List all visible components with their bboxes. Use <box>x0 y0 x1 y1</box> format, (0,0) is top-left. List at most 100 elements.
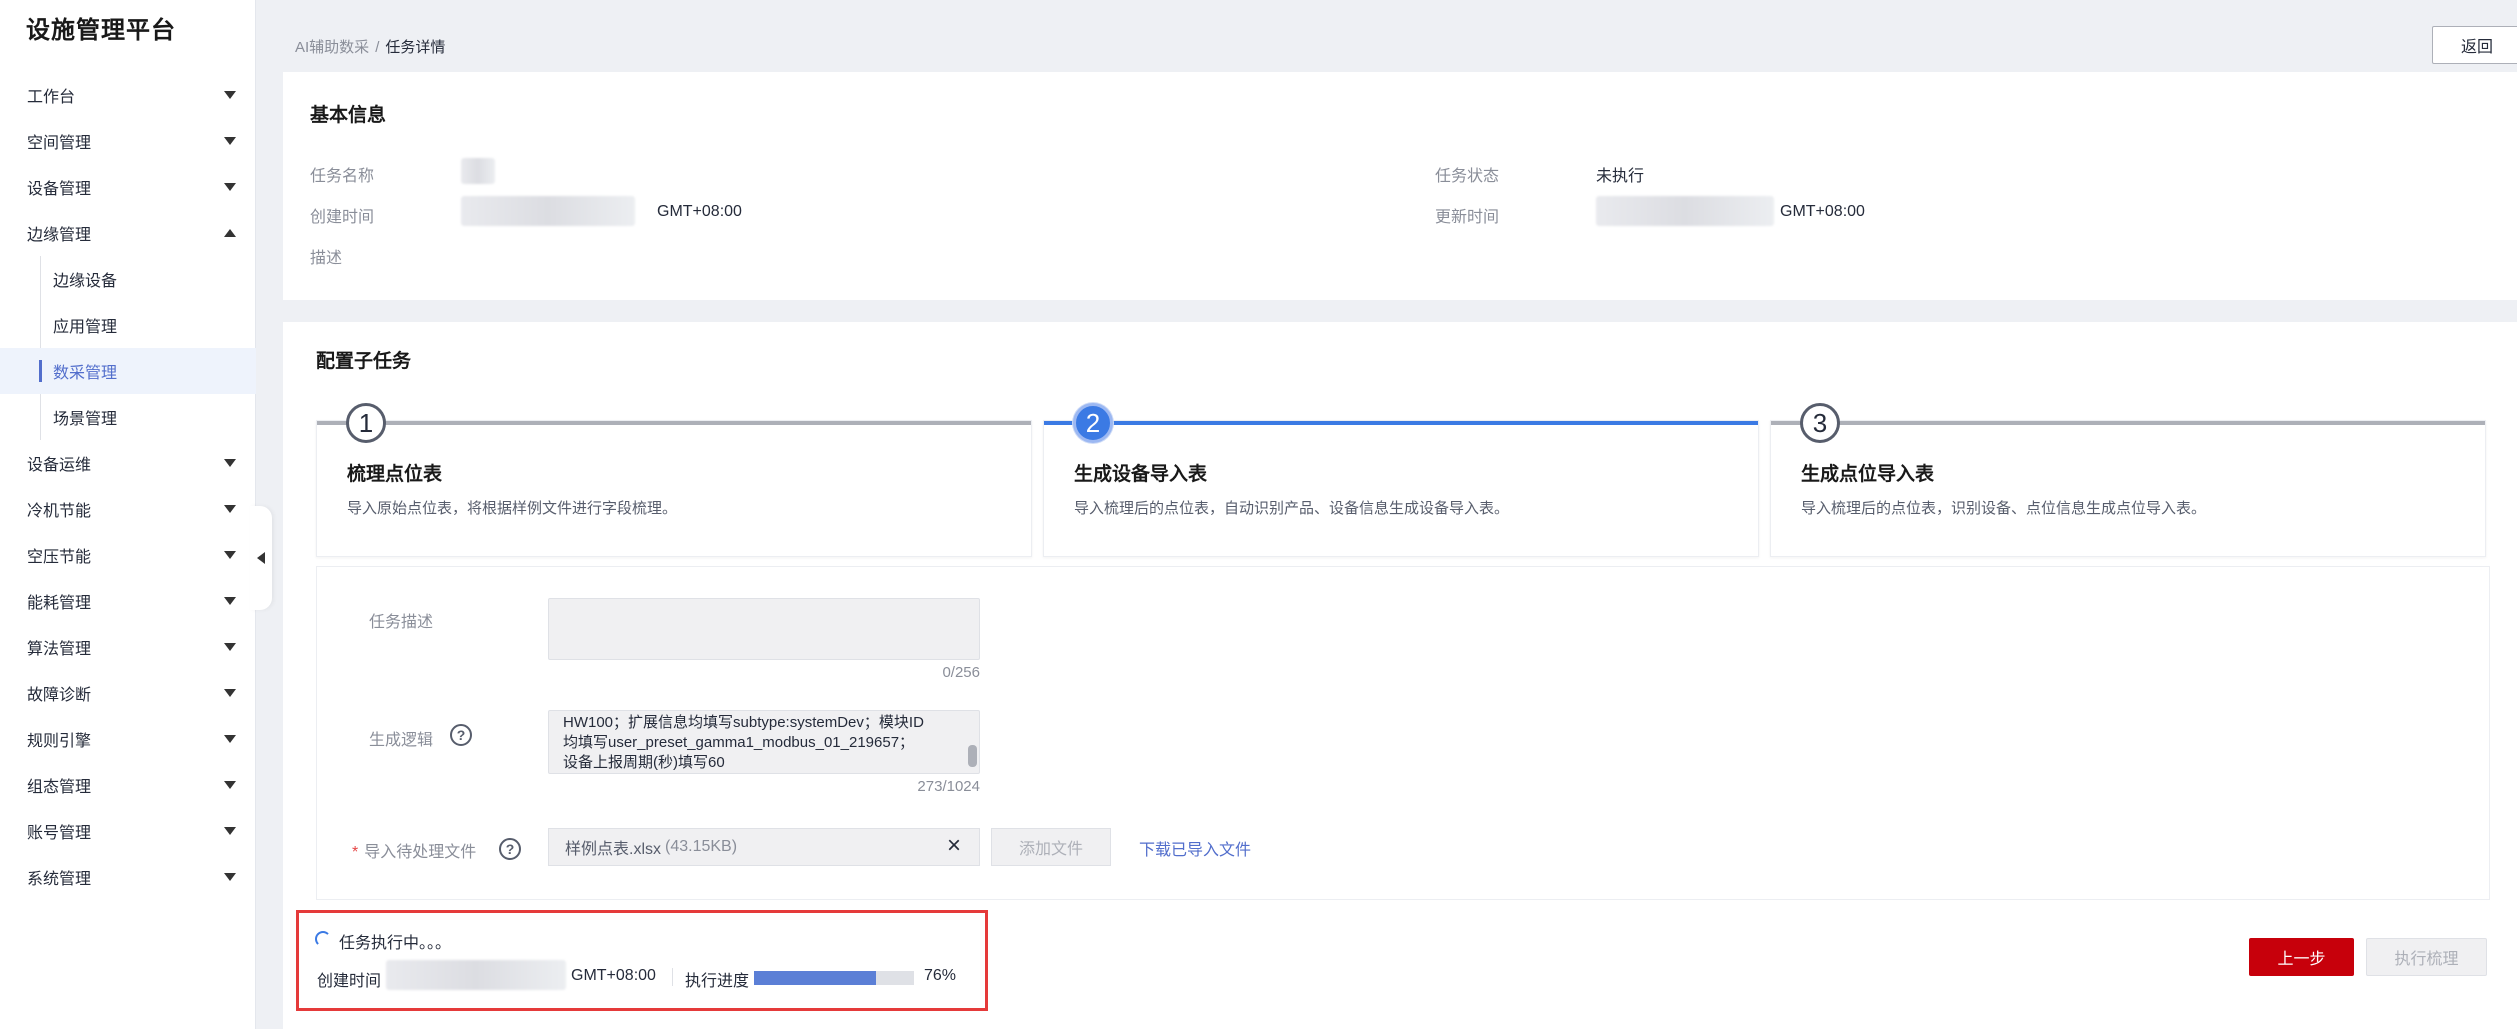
sidebar-group-item[interactable]: 组态管理 <box>0 762 256 808</box>
sidebar-group-item[interactable]: 能耗管理 <box>0 578 256 624</box>
caret-down-icon <box>224 873 236 881</box>
sidebar-nav: 工作台空间管理设备管理边缘管理边缘设备 应用管理 数采管理 场景管理设备运维冷机节能空… <box>0 72 256 900</box>
logic-counter: 273/1024 <box>917 778 980 795</box>
step-3-description: 导入梳理后的点位表，识别设备、点位信息生成点位导入表。 <box>1801 500 2207 517</box>
sidebar-item-label: 工作台 <box>27 89 76 106</box>
created-time-value-redacted <box>461 196 635 226</box>
breadcrumb-separator: / <box>375 39 380 56</box>
sidebar-group-item[interactable]: 故障诊断 <box>0 670 256 716</box>
sidebar-group-item[interactable]: 算法管理 <box>0 624 256 670</box>
task-name-value-redacted <box>461 158 495 184</box>
add-file-button[interactable]: 添加文件 <box>991 828 1111 866</box>
step-1-title: 梳理点位表 <box>347 464 443 485</box>
step-1-description: 导入原始点位表，将根据样例文件进行字段梳理。 <box>347 500 678 517</box>
updated-time-label: 更新时间 <box>1435 209 1500 226</box>
sidebar-item-label: 能耗管理 <box>27 595 92 612</box>
caret-down-icon <box>224 459 236 467</box>
step-3-title: 生成点位导入表 <box>1801 464 1935 485</box>
config-subtask-title: 配置子任务 <box>316 351 412 372</box>
step-1[interactable]: 1 梳理点位表 导入原始点位表，将根据样例文件进行字段梳理。 <box>316 403 1032 557</box>
basic-info-title: 基本信息 <box>310 105 387 126</box>
file-size: (43.15KB) <box>665 838 738 855</box>
sidebar-group-item[interactable]: 边缘管理 <box>0 210 256 256</box>
created-time-label: 创建时间 <box>310 209 375 226</box>
progress-bar <box>754 971 914 985</box>
step-3[interactable]: 3 生成点位导入表 导入梳理后的点位表，识别设备、点位信息生成点位导入表。 <box>1770 403 2486 557</box>
caret-down-icon <box>224 597 236 605</box>
logic-line: 设备上报周期(秒)填写60 <box>563 754 725 771</box>
sidebar-group-item[interactable]: 系统管理 <box>0 854 256 900</box>
file-chip: 样例点表.xlsx (43.15KB) <box>548 828 980 866</box>
execute-button[interactable]: 执行梳理 <box>2366 938 2487 976</box>
status-text: 任务执行中。。。 <box>339 935 452 952</box>
previous-step-button[interactable]: 上一步 <box>2249 938 2354 976</box>
logic-line: 均填写user_preset_gamma1_modbus_01_219657； <box>563 734 915 751</box>
sidebar-sub-item[interactable]: 场景管理 <box>0 394 256 440</box>
caret-down-icon <box>224 183 236 191</box>
caret-down-icon <box>224 91 236 99</box>
file-name: 样例点表.xlsx <box>565 841 662 858</box>
close-icon[interactable]: × <box>942 834 966 858</box>
sidebar-group-item[interactable]: 设备运维 <box>0 440 256 486</box>
status-created-value-redacted <box>386 960 566 990</box>
sidebar-collapse-toggle[interactable] <box>250 506 272 610</box>
sidebar-item-label: 边缘管理 <box>27 227 92 244</box>
logic-scrollbar[interactable] <box>968 745 977 767</box>
breadcrumb-current: 任务详情 <box>385 39 446 56</box>
sidebar-sub-item[interactable]: 数采管理 <box>0 348 256 394</box>
status-created-label: 创建时间 <box>317 973 382 990</box>
download-imported-link[interactable]: 下载已导入文件 <box>1139 836 1251 860</box>
sidebar-item-label: 规则引擎 <box>27 733 92 750</box>
sidebar-item-label: 设备管理 <box>27 181 92 198</box>
step-2-title: 生成设备导入表 <box>1074 464 1208 485</box>
sidebar-group-item[interactable]: 规则引擎 <box>0 716 256 762</box>
file-help-icon[interactable]: ? <box>499 838 521 860</box>
file-label-text: 导入待处理文件 <box>364 844 477 861</box>
step-2-bar <box>1044 421 1758 425</box>
sidebar-item-label: 系统管理 <box>27 871 92 888</box>
sidebar-sub-item[interactable]: 应用管理 <box>0 302 256 348</box>
logic-text: HW100；扩展信息均填写subtype:systemDev；模块ID 均填写u… <box>563 713 979 773</box>
sidebar-sub-item[interactable]: 边缘设备 <box>0 256 256 302</box>
task-status-panel: 任务执行中。。。 创建时间 GMT+08:00 执行进度 76% <box>296 910 988 1011</box>
step-3-number: 3 <box>1800 403 1840 443</box>
divider <box>672 968 673 986</box>
status-created-suffix: GMT+08:00 <box>571 967 656 984</box>
task-desc-textarea[interactable] <box>548 598 980 660</box>
step-2-number: 2 <box>1073 403 1113 443</box>
logic-line: HW100；扩展信息均填写subtype:systemDev；模块ID <box>563 714 924 731</box>
sidebar-group-item[interactable]: 空压节能 <box>0 532 256 578</box>
caret-down-icon <box>224 137 236 145</box>
sidebar-item-label: 空压节能 <box>27 549 92 566</box>
brand-title: 设施管理平台 <box>26 17 176 44</box>
breadcrumb-parent[interactable]: AI辅助数采 <box>295 39 369 56</box>
basic-info-card: 基本信息 任务名称 创建时间 GMT+08:00 描述 任务状态 未执行 更新时… <box>283 72 2517 300</box>
sidebar-item-label: 设备运维 <box>27 457 92 474</box>
sidebar: 设施管理平台 工作台空间管理设备管理边缘管理边缘设备 应用管理 数采管理 场景管理设备… <box>0 0 256 1029</box>
logic-help-icon[interactable]: ? <box>450 724 472 746</box>
required-mark: * <box>352 844 359 861</box>
sidebar-group-item[interactable]: 账号管理 <box>0 808 256 854</box>
sidebar-item-label: 冷机节能 <box>27 503 92 520</box>
sidebar-item-label: 故障诊断 <box>27 687 92 704</box>
updated-time-value-redacted <box>1596 196 1774 226</box>
sidebar-group-item[interactable]: 冷机节能 <box>0 486 256 532</box>
sidebar-item-label: 算法管理 <box>27 641 92 658</box>
step-2[interactable]: 2 生成设备导入表 导入梳理后的点位表，自动识别产品、设备信息生成设备导入表。 <box>1043 403 1759 557</box>
sidebar-item-label: 组态管理 <box>27 779 92 796</box>
progress-percent: 76% <box>924 967 957 984</box>
sidebar-group-item[interactable]: 空间管理 <box>0 118 256 164</box>
step-3-bar <box>1771 421 2485 425</box>
task-status-label: 任务状态 <box>1435 168 1500 185</box>
sidebar-group-item[interactable]: 设备管理 <box>0 164 256 210</box>
progress-fill <box>754 971 876 985</box>
file-label: * 导入待处理文件 <box>352 838 476 862</box>
sidebar-item-label: 账号管理 <box>27 825 92 842</box>
progress-label: 执行进度 <box>685 973 750 990</box>
caret-down-icon <box>224 781 236 789</box>
back-button[interactable]: 返回 <box>2432 26 2517 64</box>
logic-textarea[interactable]: HW100；扩展信息均填写subtype:systemDev；模块ID 均填写u… <box>548 710 980 774</box>
sidebar-group-item[interactable]: 工作台 <box>0 72 256 118</box>
description-label: 描述 <box>310 250 343 267</box>
caret-down-icon <box>224 505 236 513</box>
